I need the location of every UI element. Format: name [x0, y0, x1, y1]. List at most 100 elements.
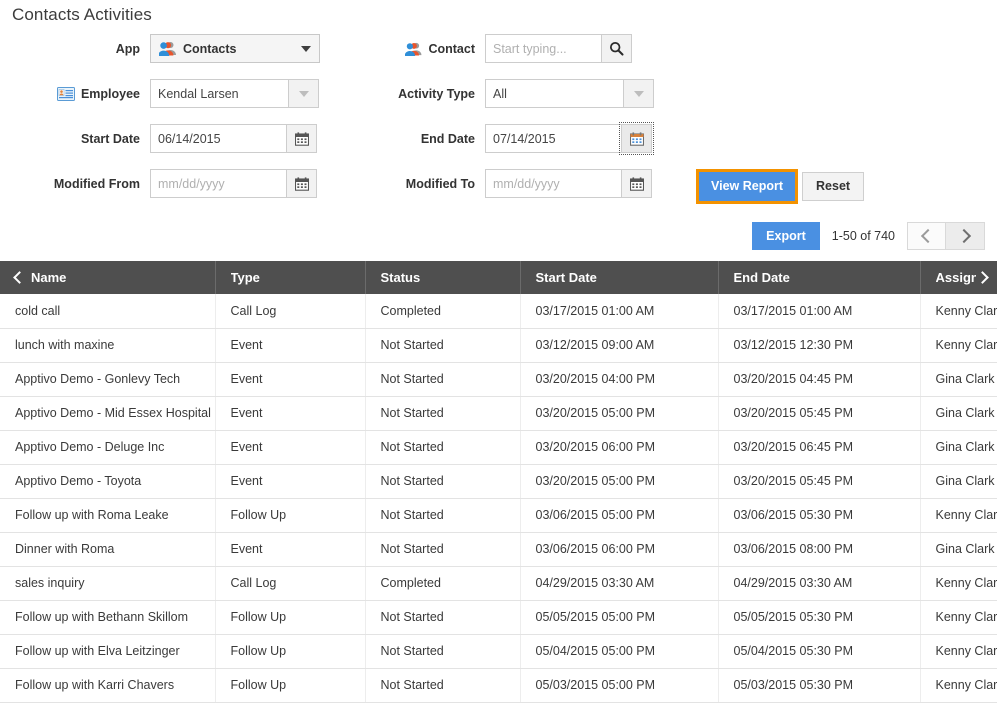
calendar-icon	[629, 131, 644, 146]
view-report-button[interactable]: View Report	[699, 172, 796, 201]
employee-label: Employee	[0, 86, 150, 101]
app-select[interactable]: Contacts	[150, 34, 320, 63]
modified-from-input[interactable]: mm/dd/yyyy	[150, 169, 286, 198]
app-select-value: Contacts	[183, 41, 237, 56]
page-title: Contacts Activities	[12, 5, 152, 24]
modified-to-input[interactable]: mm/dd/yyyy	[485, 169, 621, 198]
cell-name: Follow up with Roma Leake	[0, 498, 216, 533]
column-header-start-date[interactable]: Start Date	[520, 261, 719, 294]
end-date-control: 07/14/2015	[485, 122, 654, 155]
end-date-input[interactable]: 07/14/2015	[485, 124, 621, 153]
modified-to-label-text: Modified To	[405, 176, 475, 191]
cell-assign: Kenny Clark	[920, 634, 997, 669]
table-row[interactable]: Follow up with Karri Chavers Follow Up Not…	[0, 668, 997, 703]
column-header-end-date-label: End Date	[733, 270, 790, 285]
app-control: Contacts	[150, 34, 320, 63]
cell-assign: Kenny Clark	[920, 566, 997, 601]
chevron-left-icon	[920, 228, 936, 244]
column-header-status[interactable]: Status	[365, 261, 521, 294]
activities-grid: Name Type Status Start Date End Date Ass…	[0, 261, 997, 703]
cell-end: 03/12/2015 12:30 PM	[718, 328, 921, 363]
activity-type-dropdown-button[interactable]	[623, 79, 654, 108]
export-button[interactable]: Export	[752, 222, 820, 250]
start-date-label-text: Start Date	[80, 131, 140, 146]
cell-end: 05/03/2015 05:30 PM	[718, 668, 921, 703]
chevron-right-icon	[956, 228, 971, 244]
grid-toolbar: Export 1-50 of 740	[752, 222, 985, 250]
table-row[interactable]: Apptivo Demo - Mid Essex Hospital Event No…	[0, 396, 997, 431]
employee-input[interactable]: Kendal Larsen	[150, 79, 288, 108]
cell-name: Follow up with Karri Chavers	[0, 668, 216, 703]
search-icon	[609, 41, 624, 56]
column-header-end-date[interactable]: End Date	[718, 261, 921, 294]
column-header-type-label: Type	[230, 270, 260, 285]
app-label: App	[0, 42, 150, 56]
cell-name: Apptivo Demo - Gonlevy Tech	[0, 362, 216, 397]
pagination-range: 1-50 of 740	[831, 229, 895, 243]
table-header: Name Type Status Start Date End Date Ass…	[0, 261, 997, 294]
reset-button[interactable]: Reset	[802, 172, 865, 201]
column-header-name[interactable]: Name	[0, 261, 216, 294]
cell-assign: Kenny Clark	[920, 600, 997, 635]
cell-assign: Kenny Clark	[920, 498, 997, 533]
contact-search-input[interactable]: Start typing...	[485, 34, 601, 63]
app-label-text: App	[115, 41, 140, 56]
table-row[interactable]: sales inquiry Call Log Completed 04/29/2015…	[0, 566, 997, 601]
table-row[interactable]: Follow up with Bethann Skillom Follow Up N…	[0, 600, 997, 635]
cell-type: Event	[215, 532, 366, 567]
cell-status: Completed	[365, 566, 521, 601]
cell-type: Event	[215, 464, 366, 499]
table-row[interactable]: lunch with maxine Event Not Started 03/12/2…	[0, 328, 997, 363]
next-page-button[interactable]	[946, 222, 985, 250]
column-header-assigned-label: Assigned	[935, 270, 977, 285]
cell-name: Follow up with Elva Leitzinger	[0, 634, 216, 669]
cell-type: Call Log	[215, 294, 366, 329]
modified-from-calendar-button[interactable]	[286, 169, 317, 198]
cell-type: Follow Up	[215, 600, 366, 635]
cell-assign: Kenny Clark	[920, 328, 997, 363]
chevron-down-icon	[633, 90, 644, 97]
modified-to-control: mm/dd/yyyy	[485, 169, 652, 198]
end-date-calendar-button[interactable]	[619, 122, 654, 155]
field-employee: Employee Kendal Larsen	[0, 79, 380, 108]
cell-end: 03/06/2015 08:00 PM	[718, 532, 921, 567]
table-row[interactable]: Apptivo Demo - Gonlevy Tech Event Not Star…	[0, 362, 997, 397]
cell-type: Follow Up	[215, 498, 366, 533]
column-header-assigned[interactable]: Assigned	[920, 261, 997, 294]
modified-from-label-text: Modified From	[53, 176, 140, 191]
cell-start: 03/20/2015 05:00 PM	[520, 396, 719, 431]
start-date-calendar-button[interactable]	[286, 124, 317, 153]
cell-type: Event	[215, 362, 366, 397]
cell-end: 04/29/2015 03:30 AM	[718, 566, 921, 601]
start-date-control: 06/14/2015	[150, 124, 317, 153]
employee-dropdown-button[interactable]	[288, 79, 319, 108]
cell-start: 03/20/2015 04:00 PM	[520, 362, 719, 397]
table-row[interactable]: Follow up with Roma Leake Follow Up Not St…	[0, 498, 997, 533]
table-row[interactable]: cold call Call Log Completed 03/17/2015 01:…	[0, 294, 997, 329]
activity-type-input[interactable]: All	[485, 79, 623, 108]
modified-to-calendar-button[interactable]	[621, 169, 652, 198]
previous-page-button[interactable]	[907, 222, 946, 250]
cell-assign: Gina Clark	[920, 464, 997, 499]
start-date-input[interactable]: 06/14/2015	[150, 124, 286, 153]
form-actions: View Report Reset	[696, 169, 865, 204]
table-row[interactable]: Apptivo Demo - Toyota Event Not Started 03/…	[0, 464, 997, 499]
cell-name: Apptivo Demo - Mid Essex Hospital	[0, 396, 216, 431]
activity-type-label-text: Activity Type	[398, 86, 475, 101]
cell-name: Follow up with Bethann Skillom	[0, 600, 216, 635]
cell-type: Follow Up	[215, 634, 366, 669]
cell-end: 03/17/2015 01:00 AM	[718, 294, 921, 329]
activities-table: Name Type Status Start Date End Date Ass…	[0, 261, 997, 703]
cell-name: Apptivo Demo - Deluge Inc	[0, 430, 216, 465]
chevron-down-icon	[298, 90, 309, 97]
table-row[interactable]: Follow up with Elva Leitzinger Follow Up N…	[0, 634, 997, 669]
column-header-type[interactable]: Type	[215, 261, 366, 294]
table-row[interactable]: Apptivo Demo - Deluge Inc Event Not Starte…	[0, 430, 997, 465]
cell-end: 03/06/2015 05:30 PM	[718, 498, 921, 533]
cell-assign: Gina Clark	[920, 532, 997, 567]
table-row[interactable]: Dinner with Roma Event Not Started 03/06/20…	[0, 532, 997, 567]
contact-search-button[interactable]	[601, 34, 632, 63]
contacts-icon	[405, 42, 422, 56]
field-activity-type: Activity Type All	[380, 79, 670, 108]
cell-status: Not Started	[365, 600, 521, 635]
